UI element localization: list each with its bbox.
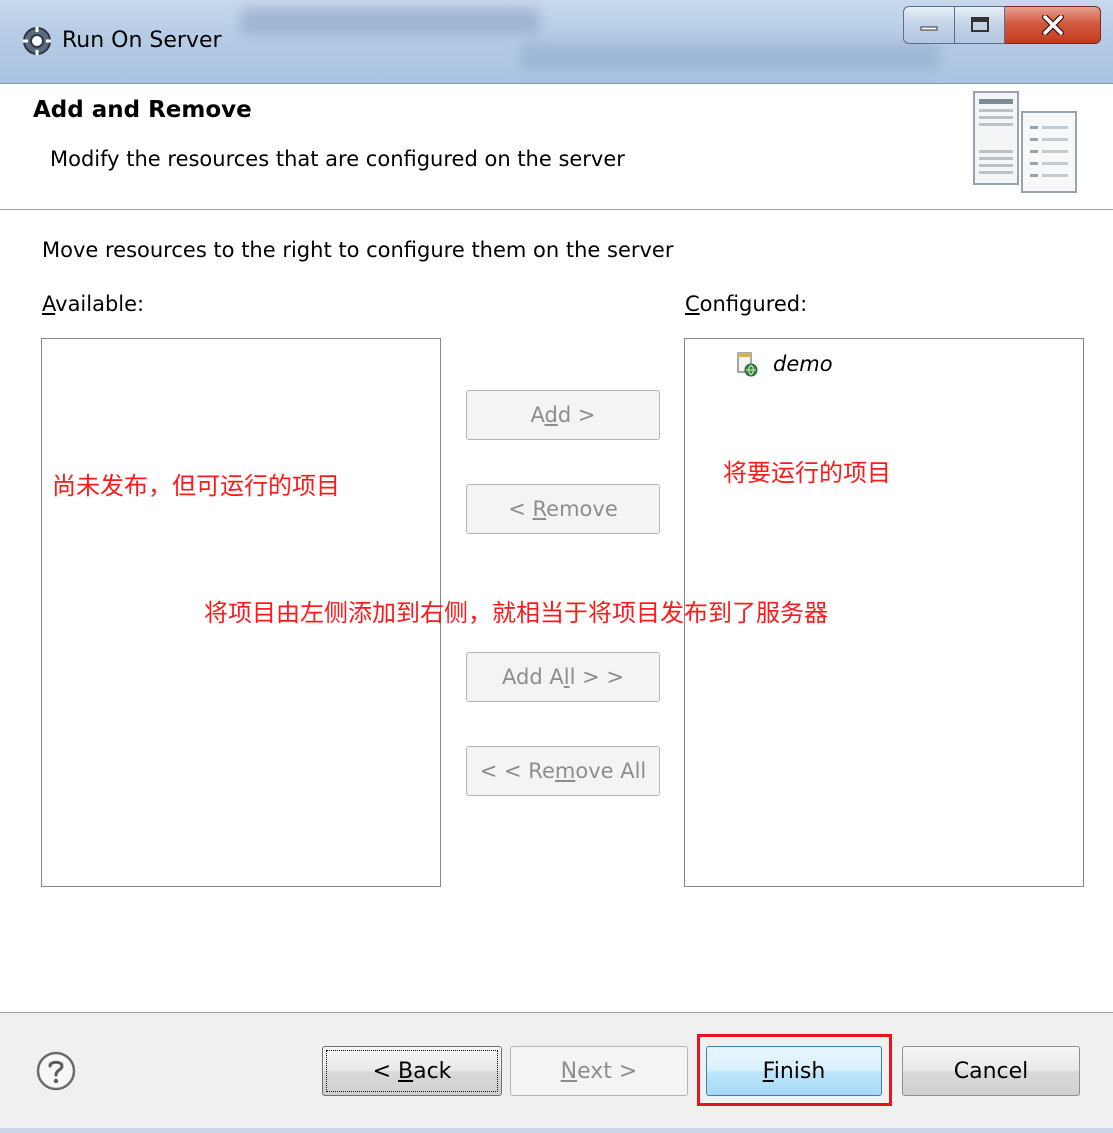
button-label: Next > xyxy=(560,1058,638,1084)
annotation-middle: 将项目由左侧添加到右侧，就相当于将项目发布到了服务器 xyxy=(204,599,828,627)
title-bar[interactable]: Run On Server xyxy=(0,0,1113,84)
remove-button[interactable]: < Remove xyxy=(466,484,660,534)
close-button[interactable] xyxy=(1005,6,1101,44)
button-label: Cancel xyxy=(953,1058,1029,1084)
configured-label: Configured: xyxy=(685,288,807,320)
add-all-button[interactable]: Add All > > xyxy=(466,652,660,702)
minimize-button[interactable] xyxy=(903,6,955,44)
page-description: Modify the resources that are configured… xyxy=(50,147,625,171)
highlight-box xyxy=(697,1034,892,1106)
annotation-right: 将要运行的项目 xyxy=(723,459,891,487)
web-project-icon xyxy=(737,352,758,377)
next-button[interactable]: Next > xyxy=(510,1046,688,1096)
window-title: Run On Server xyxy=(62,28,222,53)
page-title: Add and Remove xyxy=(33,97,252,123)
annotation-left: 尚未发布，但可运行的项目 xyxy=(52,472,340,500)
minimize-icon xyxy=(920,26,938,31)
help-icon[interactable] xyxy=(35,1050,77,1092)
add-button[interactable]: Add > xyxy=(466,390,660,440)
mnemonic-char: C xyxy=(685,292,700,316)
server-banner-icon xyxy=(973,91,1077,193)
server-gear-icon xyxy=(23,27,51,55)
window-frame xyxy=(0,1128,1113,1133)
button-label: < < Remove All xyxy=(479,759,647,783)
maximize-icon xyxy=(970,17,989,32)
instruction-text: Move resources to the right to configure… xyxy=(42,238,674,262)
project-name: demo xyxy=(773,352,833,376)
button-label: Add > xyxy=(530,403,596,427)
focus-ring xyxy=(326,1050,498,1092)
close-icon xyxy=(1041,15,1064,35)
list-item[interactable]: demo xyxy=(735,349,833,379)
blurred-background xyxy=(240,8,540,34)
available-label: Available: xyxy=(42,288,144,320)
cancel-button[interactable]: Cancel xyxy=(902,1046,1080,1096)
label-text: vailable: xyxy=(55,292,145,316)
window-controls xyxy=(903,6,1113,44)
button-label: < Remove xyxy=(508,497,618,521)
button-label: Add All > > xyxy=(502,665,624,689)
remove-all-button[interactable]: < < Remove All xyxy=(466,746,660,796)
blurred-background xyxy=(520,42,940,70)
wizard-header: Add and Remove Modify the resources that… xyxy=(0,84,1113,210)
maximize-button[interactable] xyxy=(955,6,1005,44)
back-button[interactable]: < Back xyxy=(322,1046,502,1096)
mnemonic-char: A xyxy=(42,292,56,316)
label-text: onfigured: xyxy=(699,292,808,316)
